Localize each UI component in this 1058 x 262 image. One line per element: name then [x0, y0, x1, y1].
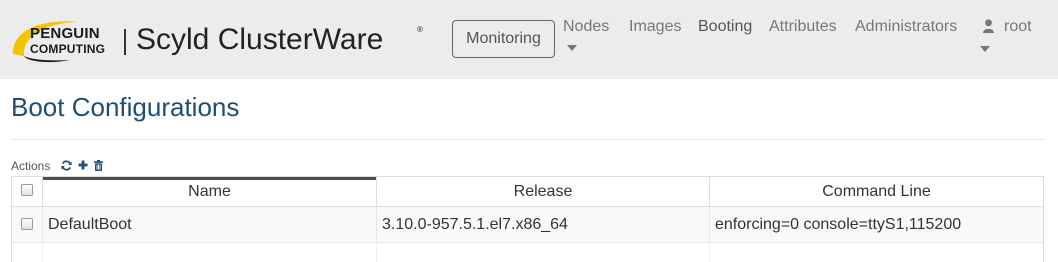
brand-logo[interactable]: PENGUIN COMPUTING Scyld ClusterWare ® — [10, 14, 430, 66]
brand-company-line1: PENGUIN — [30, 25, 100, 42]
column-header-name[interactable]: Name — [42, 177, 376, 206]
brand-product-name: Scyld ClusterWare — [136, 23, 384, 56]
user-dropdown-caret-icon[interactable] — [980, 46, 990, 52]
top-navbar: PENGUIN COMPUTING Scyld ClusterWare ® Mo… — [0, 0, 1058, 79]
boot-config-table: Name Release Command Line DefaultBoot 3.… — [11, 176, 1044, 262]
select-all-checkbox[interactable] — [21, 184, 33, 196]
nav-attributes[interactable]: Attributes — [769, 17, 837, 37]
user-icon[interactable] — [983, 19, 994, 33]
nav-images[interactable]: Images — [629, 17, 681, 37]
table-empty-row — [12, 244, 1043, 262]
column-header-release[interactable]: Release — [376, 177, 709, 206]
cell-command-line: enforcing=0 console=ttyS1,115200 — [709, 207, 1043, 243]
actions-label: Actions — [11, 159, 51, 173]
add-icon[interactable] — [78, 160, 88, 170]
page-title: Boot Configurations — [11, 92, 240, 122]
registered-mark: ® — [417, 25, 423, 34]
cell-name: DefaultBoot — [42, 207, 376, 243]
table-row[interactable]: DefaultBoot 3.10.0-957.5.1.el7.x86_64 en… — [12, 207, 1043, 243]
nodes-dropdown-caret-icon[interactable] — [567, 45, 577, 51]
title-divider — [11, 139, 1044, 140]
refresh-icon[interactable] — [61, 160, 72, 171]
delete-icon[interactable] — [94, 160, 103, 171]
column-divider — [709, 244, 710, 262]
nav-nodes[interactable]: Nodes — [563, 17, 609, 37]
nav-user-name[interactable]: root — [1004, 17, 1032, 37]
cell-release: 3.10.0-957.5.1.el7.x86_64 — [376, 207, 709, 243]
column-header-command-line[interactable]: Command Line — [709, 177, 1043, 206]
nav-booting[interactable]: Booting — [698, 17, 752, 37]
brand-divider — [124, 29, 126, 55]
brand-company-line2: COMPUTING — [30, 42, 106, 56]
nav-administrators[interactable]: Administrators — [855, 17, 957, 37]
column-divider — [376, 244, 377, 262]
table-header: Name Release Command Line — [12, 177, 1043, 207]
column-divider — [42, 244, 43, 262]
monitoring-button[interactable]: Monitoring — [452, 20, 555, 58]
row-checkbox[interactable] — [21, 218, 33, 230]
